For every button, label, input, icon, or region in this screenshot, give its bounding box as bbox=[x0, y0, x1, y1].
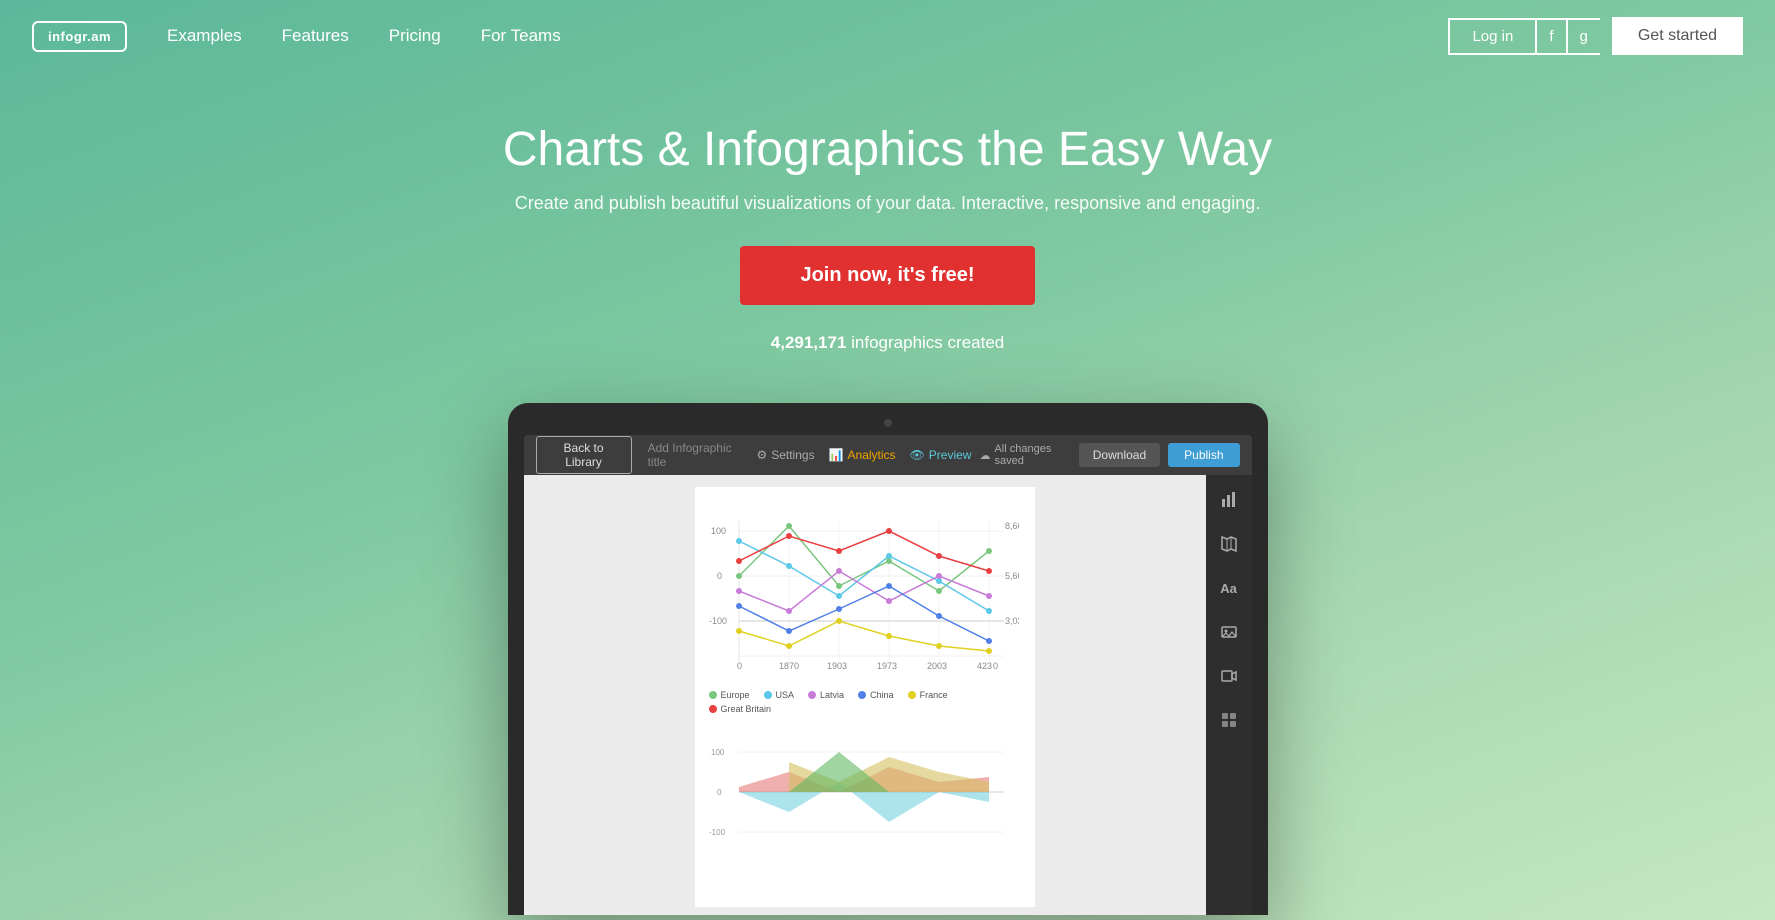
video-icon[interactable] bbox=[1214, 661, 1244, 691]
map-icon[interactable] bbox=[1214, 529, 1244, 559]
google-button[interactable]: g bbox=[1566, 18, 1600, 55]
nav-features[interactable]: Features bbox=[282, 26, 349, 46]
nav-right: Log in f g Get started bbox=[1448, 17, 1743, 55]
canvas-area: 100 0 -100 8,663 5,663 3,032 0 1870 19 bbox=[524, 475, 1206, 915]
laptop-camera bbox=[884, 419, 892, 427]
svg-text:0: 0 bbox=[717, 571, 722, 581]
count-text: infographics created bbox=[851, 333, 1004, 352]
logo-text: infogr.am bbox=[48, 29, 111, 44]
legend-europe: Europe bbox=[709, 690, 750, 700]
logo[interactable]: infogr.am bbox=[32, 21, 127, 52]
count-number: 4,291,171 bbox=[771, 333, 847, 352]
text-icon[interactable]: Aa bbox=[1214, 573, 1244, 603]
image-icon[interactable] bbox=[1214, 617, 1244, 647]
svg-text:0: 0 bbox=[717, 788, 722, 797]
svg-text:1870: 1870 bbox=[779, 661, 799, 671]
svg-text:100: 100 bbox=[711, 748, 725, 757]
saved-status: ☁ All changes saved bbox=[979, 443, 1070, 467]
svg-text:100: 100 bbox=[711, 526, 726, 536]
svg-text:2003: 2003 bbox=[927, 661, 947, 671]
editor-content: 100 0 -100 8,663 5,663 3,032 0 1870 19 bbox=[524, 475, 1252, 915]
svg-text:423: 423 bbox=[977, 661, 992, 671]
legend-france: France bbox=[908, 690, 948, 700]
hero-title: Charts & Infographics the Easy Way bbox=[20, 122, 1755, 177]
login-button[interactable]: Log in bbox=[1448, 18, 1535, 55]
legend-great-britain: Great Britain bbox=[709, 704, 772, 714]
svg-text:1903: 1903 bbox=[827, 661, 847, 671]
editor-toolbar: Back to Library Add Infographic title ⚙ … bbox=[524, 435, 1252, 475]
settings-icon: ⚙ bbox=[756, 448, 767, 462]
download-button[interactable]: Download bbox=[1079, 443, 1160, 467]
svg-text:8,663: 8,663 bbox=[1005, 521, 1019, 531]
line-chart: 100 0 -100 8,663 5,663 3,032 0 1870 19 bbox=[709, 501, 1019, 681]
settings-nav[interactable]: ⚙ Settings bbox=[756, 448, 814, 462]
svg-text:1973: 1973 bbox=[877, 661, 897, 671]
join-button[interactable]: Join now, it's free! bbox=[740, 246, 1034, 305]
analytics-icon: 📊 bbox=[829, 448, 844, 462]
cloud-icon: ☁ bbox=[979, 449, 990, 462]
analytics-label: Analytics bbox=[848, 448, 896, 462]
svg-text:0: 0 bbox=[737, 661, 742, 671]
svg-text:-100: -100 bbox=[709, 828, 726, 837]
svg-text:0: 0 bbox=[993, 661, 998, 671]
legend-china: China bbox=[858, 690, 894, 700]
nav-pricing[interactable]: Pricing bbox=[389, 26, 441, 46]
settings-label: Settings bbox=[771, 448, 814, 462]
publish-button[interactable]: Publish bbox=[1168, 443, 1239, 467]
toolbar-nav: ⚙ Settings 📊 Analytics 👁 Preview bbox=[756, 448, 971, 462]
infographics-count: 4,291,171 infographics created bbox=[20, 333, 1755, 353]
infographic-page: 100 0 -100 8,663 5,663 3,032 0 1870 19 bbox=[695, 487, 1035, 907]
infographic-title-placeholder[interactable]: Add Infographic title bbox=[648, 441, 741, 469]
nav-links: Examples Features Pricing For Teams bbox=[167, 26, 1448, 46]
widget-icon[interactable] bbox=[1214, 705, 1244, 735]
svg-text:3,032: 3,032 bbox=[1005, 616, 1019, 626]
laptop-screen: Back to Library Add Infographic title ⚙ … bbox=[524, 435, 1252, 915]
back-to-library-button[interactable]: Back to Library bbox=[536, 436, 632, 474]
hero-subtitle: Create and publish beautiful visualizati… bbox=[20, 193, 1755, 214]
preview-label: Preview bbox=[929, 448, 972, 462]
legend-usa: USA bbox=[764, 690, 795, 700]
nav-for-teams[interactable]: For Teams bbox=[481, 26, 561, 46]
legend-latvia: Latvia bbox=[808, 690, 844, 700]
preview-nav[interactable]: 👁 Preview bbox=[910, 448, 972, 462]
navigation: infogr.am Examples Features Pricing For … bbox=[0, 0, 1775, 72]
svg-text:5,663: 5,663 bbox=[1005, 571, 1019, 581]
right-panel: Aa bbox=[1206, 475, 1252, 915]
line-chart-section: 100 0 -100 8,663 5,663 3,032 0 1870 19 bbox=[709, 501, 1021, 714]
facebook-button[interactable]: f bbox=[1535, 18, 1565, 55]
nav-examples[interactable]: Examples bbox=[167, 26, 242, 46]
area-chart-section: 100 0 -100 bbox=[709, 724, 1021, 867]
area-chart: 100 0 -100 bbox=[709, 732, 1019, 862]
svg-text:-100: -100 bbox=[709, 616, 727, 626]
saved-label: All changes saved bbox=[994, 443, 1070, 467]
hero-section: Charts & Infographics the Easy Way Creat… bbox=[0, 72, 1775, 383]
laptop-frame: Back to Library Add Infographic title ⚙ … bbox=[508, 403, 1268, 915]
bar-chart-icon[interactable] bbox=[1214, 485, 1244, 515]
laptop-mockup: Back to Library Add Infographic title ⚙ … bbox=[0, 403, 1775, 915]
analytics-nav[interactable]: 📊 Analytics bbox=[829, 448, 896, 462]
chart-legend: Europe USA Latvia bbox=[709, 690, 1021, 714]
get-started-button[interactable]: Get started bbox=[1612, 17, 1743, 55]
preview-icon: 👁 bbox=[910, 448, 925, 462]
